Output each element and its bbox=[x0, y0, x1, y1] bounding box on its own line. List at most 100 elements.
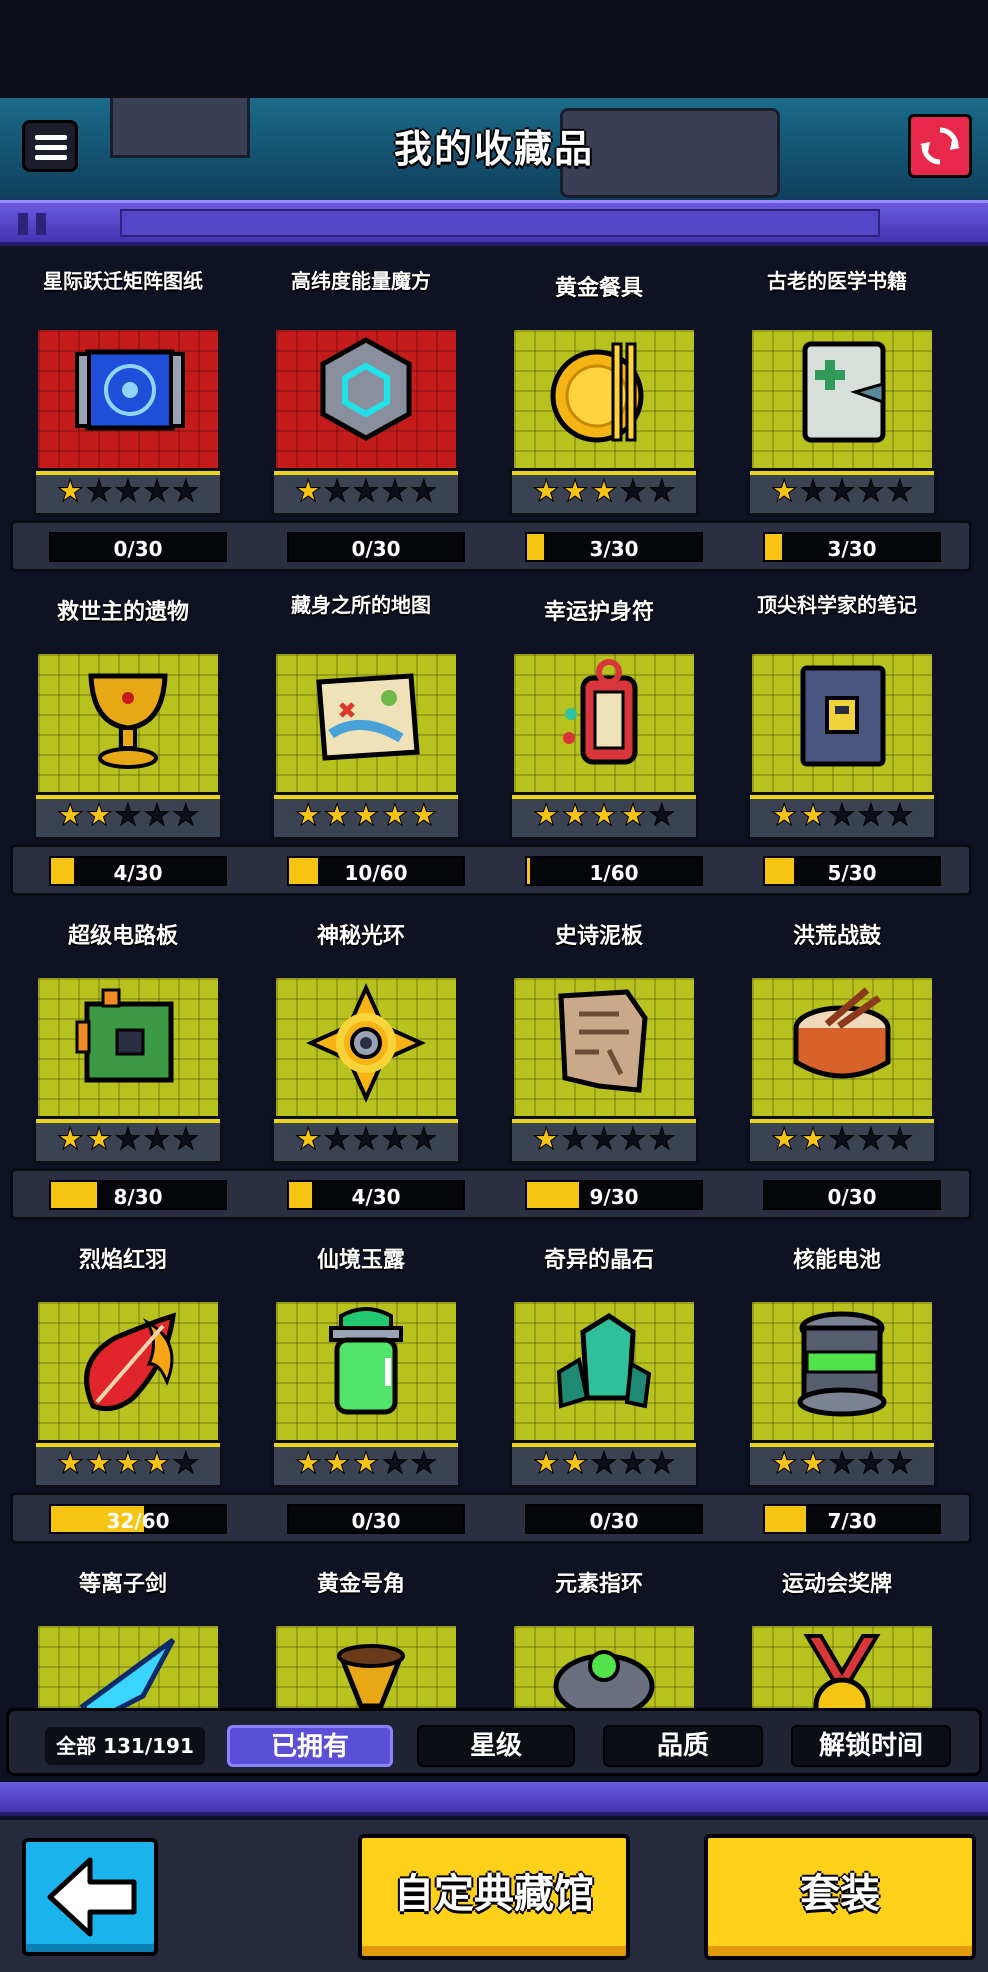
refresh-button[interactable] bbox=[908, 114, 972, 178]
header-band bbox=[0, 200, 988, 246]
collection-item[interactable]: 等离子剑 bbox=[28, 1546, 218, 1710]
star-icon: ★ bbox=[828, 798, 856, 833]
collection-item[interactable]: 藏身之所的地图 ★ ★ ★ ★ ★ bbox=[266, 574, 461, 840]
outfit-button[interactable]: 套装 bbox=[704, 1834, 976, 1960]
star-icon: ★ bbox=[410, 798, 438, 833]
progress-bar: 0/30 bbox=[287, 1504, 465, 1534]
star-icon: ★ bbox=[561, 1122, 589, 1157]
collection-item[interactable]: 顶尖科学家的笔记 ★ ★ ★ ★ ★ bbox=[742, 574, 937, 840]
star-icon: ★ bbox=[294, 1446, 322, 1481]
collection-item[interactable]: 星际跃迁矩阵图纸 ★ ★ ★ ★ ★ bbox=[28, 250, 223, 516]
star-icon: ★ bbox=[561, 474, 589, 509]
star-icon: ★ bbox=[352, 474, 380, 509]
star-icon: ★ bbox=[410, 474, 438, 509]
collection-grid[interactable]: 星际跃迁矩阵图纸 ★ ★ ★ ★ ★ 高纬度能量魔方 ★ ★ ★ ★ ★ 黄金餐具 ★ ★ ★ ★ ★ 古老的医学书… bbox=[0, 250, 988, 1710]
collection-item[interactable]: 超级电路板 ★ ★ ★ ★ ★ bbox=[28, 898, 223, 1164]
collection-item[interactable]: 史诗泥板 ★ ★ ★ ★ ★ bbox=[504, 898, 699, 1164]
collection-item[interactable]: 古老的医学书籍 ★ ★ ★ ★ ★ bbox=[742, 250, 937, 516]
progress-text: 0/30 bbox=[351, 537, 401, 561]
star-rating: ★ ★ ★ ★ ★ bbox=[747, 792, 937, 840]
star-icon: ★ bbox=[352, 1446, 380, 1481]
filter-quality-button[interactable]: 品质 bbox=[603, 1725, 763, 1767]
star-icon: ★ bbox=[619, 474, 647, 509]
footer-band bbox=[0, 1782, 988, 1816]
star-icon: ★ bbox=[323, 1446, 351, 1481]
star-icon: ★ bbox=[770, 798, 798, 833]
star-icon: ★ bbox=[561, 1446, 589, 1481]
refresh-icon bbox=[920, 127, 960, 165]
progress-row: 0/30 0/30 3/30 3/30 bbox=[10, 520, 972, 572]
item-name: 核能电池 bbox=[792, 1248, 881, 1273]
star-icon: ★ bbox=[143, 1122, 171, 1157]
header: 我的收藏品 bbox=[0, 98, 988, 200]
status-area bbox=[0, 0, 988, 98]
back-button[interactable] bbox=[22, 1838, 158, 1956]
star-icon: ★ bbox=[352, 1122, 380, 1157]
crystal-icon bbox=[539, 1302, 669, 1432]
star-icon: ★ bbox=[799, 1446, 827, 1481]
item-name: 顶尖科学家的笔记 bbox=[757, 593, 917, 617]
star-icon: ★ bbox=[323, 798, 351, 833]
item-name: 古老的医学书籍 bbox=[767, 269, 907, 293]
collection-item[interactable]: 黄金餐具 ★ ★ ★ ★ ★ bbox=[504, 250, 699, 516]
item-name: 高纬度能量魔方 bbox=[291, 269, 431, 293]
mystic-halo-icon bbox=[301, 978, 431, 1108]
progress-bar: 3/30 bbox=[525, 532, 703, 562]
star-icon: ★ bbox=[143, 474, 171, 509]
star-icon: ★ bbox=[770, 474, 798, 509]
collection-item[interactable]: 幸运护身符 ★ ★ ★ ★ ★ bbox=[504, 574, 699, 840]
star-icon: ★ bbox=[85, 1446, 113, 1481]
lucky-charm-icon bbox=[539, 654, 669, 784]
collection-item[interactable]: 元素指环 bbox=[504, 1546, 694, 1710]
circuit-board-icon bbox=[63, 978, 193, 1108]
collection-item[interactable]: 仙境玉露 ★ ★ ★ ★ ★ bbox=[266, 1222, 461, 1488]
back-arrow-icon bbox=[47, 1857, 137, 1937]
star-icon: ★ bbox=[56, 474, 84, 509]
star-icon: ★ bbox=[857, 798, 885, 833]
collection-item[interactable]: 黄金号角 bbox=[266, 1546, 456, 1710]
star-rating: ★ ★ ★ ★ ★ bbox=[33, 1116, 223, 1164]
collection-item[interactable]: 神秘光环 ★ ★ ★ ★ ★ bbox=[266, 898, 461, 1164]
star-icon: ★ bbox=[648, 474, 676, 509]
progress-bar: 0/30 bbox=[49, 532, 227, 562]
star-icon: ★ bbox=[143, 1446, 171, 1481]
nuclear-battery-icon bbox=[777, 1302, 907, 1432]
progress-bar: 32/60 bbox=[49, 1504, 227, 1534]
item-name: 神秘光环 bbox=[316, 924, 405, 949]
collection-item[interactable]: 奇异的晶石 ★ ★ ★ ★ ★ bbox=[504, 1222, 699, 1488]
progress-row: 32/60 0/30 0/30 7/30 bbox=[10, 1492, 972, 1544]
filter-owned-button[interactable]: 已拥有 bbox=[227, 1725, 393, 1767]
star-icon: ★ bbox=[590, 1122, 618, 1157]
star-icon: ★ bbox=[590, 474, 618, 509]
star-icon: ★ bbox=[172, 1122, 200, 1157]
collection-item[interactable]: 救世主的遗物 ★ ★ ★ ★ ★ bbox=[28, 574, 223, 840]
collection-item[interactable]: 核能电池 ★ ★ ★ ★ ★ bbox=[742, 1222, 937, 1488]
star-rating: ★ ★ ★ ★ ★ bbox=[33, 468, 223, 516]
filter-stars-button[interactable]: 星级 bbox=[417, 1725, 575, 1767]
star-rating: ★ ★ ★ ★ ★ bbox=[747, 468, 937, 516]
item-name: 奇异的晶石 bbox=[543, 1248, 654, 1273]
collection-item[interactable]: 高纬度能量魔方 ★ ★ ★ ★ ★ bbox=[266, 250, 461, 516]
star-icon: ★ bbox=[172, 1446, 200, 1481]
item-name: 藏身之所的地图 bbox=[291, 593, 431, 617]
star-rating: ★ ★ ★ ★ ★ bbox=[33, 1440, 223, 1488]
collection-item[interactable]: 烈焰红羽 ★ ★ ★ ★ ★ bbox=[28, 1222, 223, 1488]
progress-text: 8/30 bbox=[113, 1185, 163, 1209]
custom-museum-button[interactable]: 自定典藏馆 bbox=[358, 1834, 630, 1960]
progress-bar: 4/30 bbox=[287, 1180, 465, 1210]
star-icon: ★ bbox=[857, 1122, 885, 1157]
star-icon: ★ bbox=[886, 798, 914, 833]
collection-item[interactable]: 运动会奖牌 bbox=[742, 1546, 932, 1710]
star-icon: ★ bbox=[294, 798, 322, 833]
star-icon: ★ bbox=[532, 474, 560, 509]
progress-bar: 8/30 bbox=[49, 1180, 227, 1210]
star-icon: ★ bbox=[532, 1446, 560, 1481]
item-name: 史诗泥板 bbox=[554, 924, 643, 949]
filter-unlock-time-button[interactable]: 解锁时间 bbox=[791, 1725, 951, 1767]
progress-text: 0/30 bbox=[351, 1509, 401, 1533]
item-name: 救世主的遗物 bbox=[56, 600, 189, 625]
collection-item[interactable]: 洪荒战鼓 ★ ★ ★ ★ ★ bbox=[742, 898, 937, 1164]
star-icon: ★ bbox=[799, 1122, 827, 1157]
band-decor bbox=[18, 213, 28, 235]
golden-chalice-icon bbox=[63, 654, 193, 784]
